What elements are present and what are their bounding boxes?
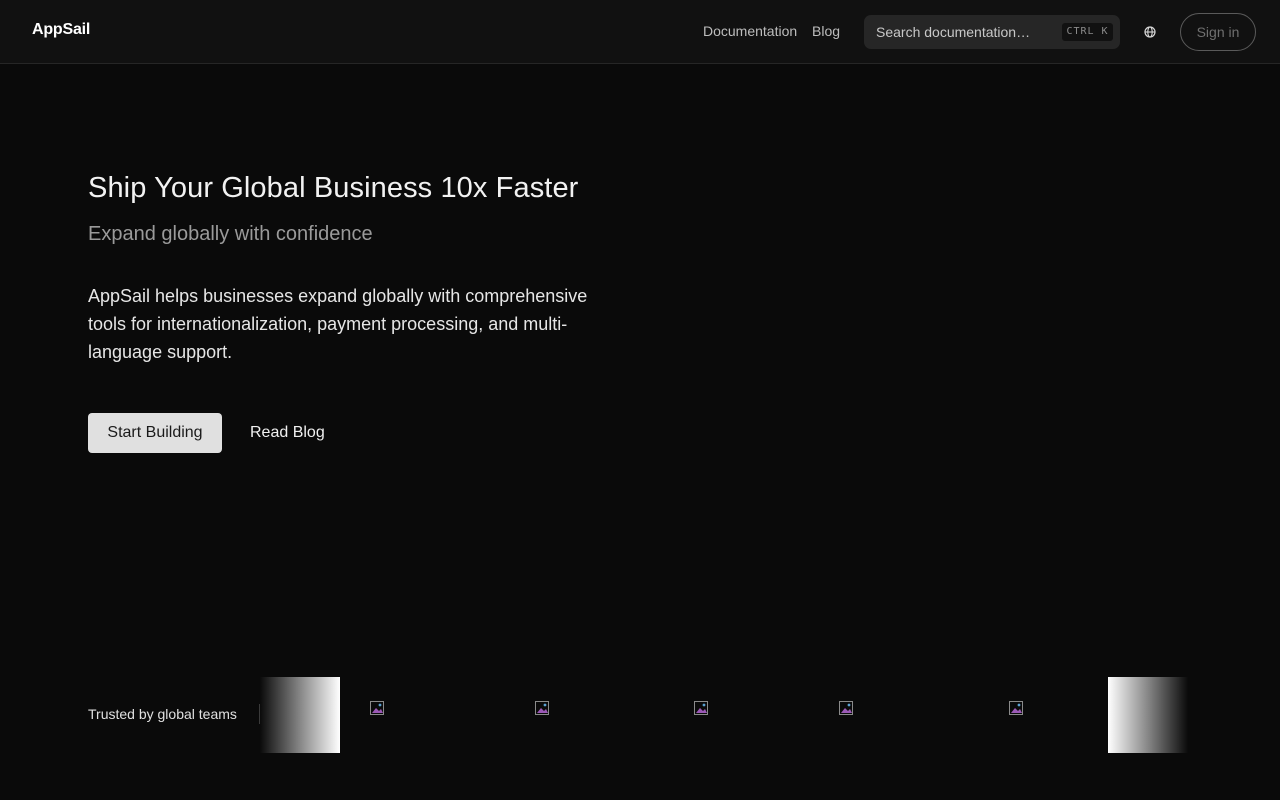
- hero-description: AppSail helps businesses expand globally…: [88, 286, 588, 362]
- logo-strip-fade-left: [260, 677, 340, 753]
- broken-image-icon: [1009, 701, 1023, 715]
- language-switcher-button[interactable]: [1140, 22, 1160, 42]
- broken-image-icon: [839, 701, 853, 715]
- partner-logo: [1009, 701, 1025, 717]
- start-building-button[interactable]: Start Building: [88, 413, 222, 453]
- partner-logo: [535, 701, 551, 717]
- sign-in-button[interactable]: Sign in: [1180, 13, 1256, 51]
- nav-link-blog[interactable]: Blog: [812, 23, 840, 39]
- globe-icon: [1144, 26, 1156, 38]
- broken-image-icon: [694, 701, 708, 715]
- top-navigation-bar: AppSail Documentation Blog Search docume…: [0, 0, 1280, 64]
- broken-image-icon: [535, 701, 549, 715]
- partner-logo: [694, 701, 710, 717]
- search-placeholder: Search documentation…: [876, 24, 1031, 40]
- read-blog-link[interactable]: Read Blog: [250, 413, 325, 453]
- brand-logo[interactable]: AppSail: [32, 21, 90, 39]
- broken-image-icon: [370, 701, 384, 715]
- logo-strip-fade-right: [1108, 677, 1188, 753]
- partner-logo: [370, 701, 386, 717]
- nav-link-documentation[interactable]: Documentation: [703, 23, 797, 39]
- partner-logo: [839, 701, 855, 717]
- trusted-by-label: Trusted by global teams: [88, 706, 237, 722]
- hero-subtitle: Expand globally with confidence: [88, 223, 373, 245]
- hero-title: Ship Your Global Business 10x Faster: [88, 172, 579, 204]
- search-shortcut-badge: CTRL K: [1062, 23, 1113, 41]
